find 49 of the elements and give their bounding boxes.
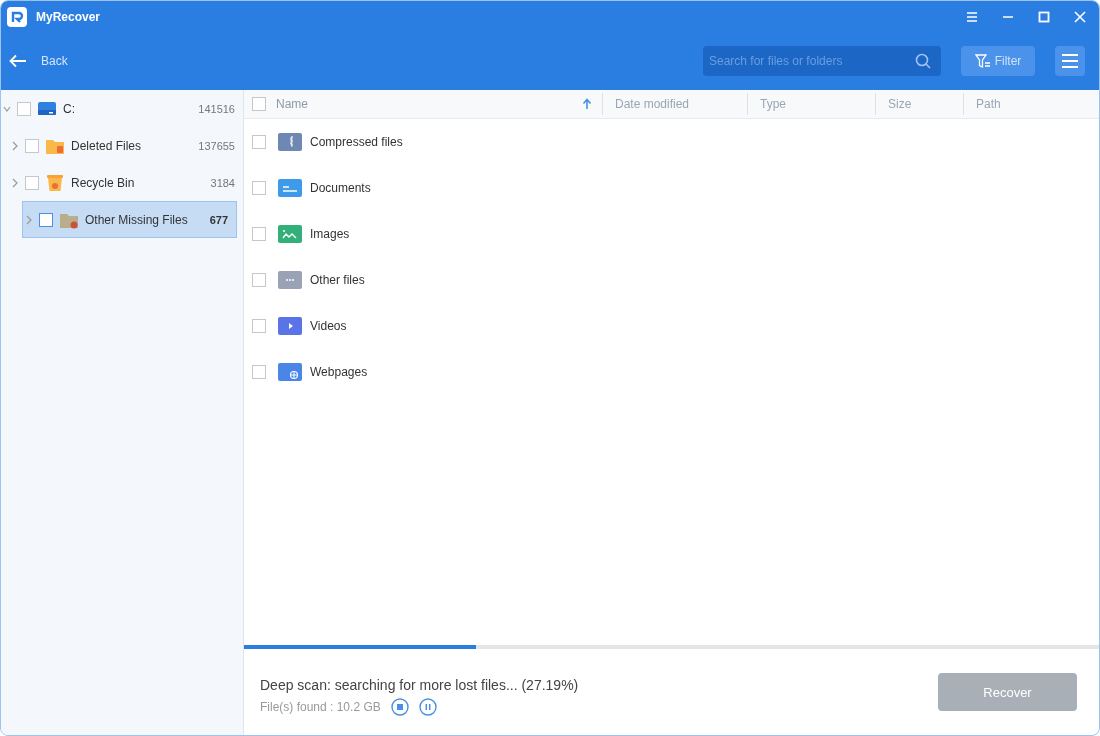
checkbox[interactable] xyxy=(252,273,266,287)
checkbox[interactable] xyxy=(25,175,39,190)
item-count: 141516 xyxy=(198,102,235,115)
checkbox[interactable] xyxy=(252,365,266,379)
checkbox[interactable] xyxy=(252,227,266,241)
bin-icon xyxy=(45,172,65,193)
tree-item[interactable]: C: 141516 xyxy=(1,90,243,127)
item-count: 137655 xyxy=(198,139,235,152)
search-icon xyxy=(915,53,931,69)
file-type-name[interactable]: Documents xyxy=(310,181,371,195)
collapse-chevron-icon[interactable] xyxy=(11,177,19,188)
filter-icon xyxy=(974,53,991,69)
close-icon[interactable] xyxy=(1073,9,1087,24)
app-logo-icon xyxy=(7,6,27,27)
tree-label: Recycle Bin xyxy=(71,175,136,190)
tree-label: Deleted Files xyxy=(71,138,143,153)
file-type-name[interactable]: Compressed files xyxy=(310,135,403,149)
files-found-text: File(s) found : 10.2 GB xyxy=(260,699,381,714)
checkbox[interactable] xyxy=(39,212,53,227)
maximize-icon[interactable] xyxy=(1037,9,1051,24)
item-count: 3184 xyxy=(210,176,235,189)
stop-icon[interactable] xyxy=(390,697,409,716)
file-type-name[interactable]: Other files xyxy=(310,273,365,287)
item-count: 677 xyxy=(209,213,228,226)
scan-status-text: Deep scan: searching for more lost files... (27.19%) xyxy=(260,676,579,693)
tree-item[interactable]: Other Missing Files 677 xyxy=(22,201,237,238)
tree-label: C: xyxy=(63,101,76,116)
tree-item[interactable]: Recycle Bin 3184 xyxy=(1,164,243,201)
pause-icon[interactable] xyxy=(418,697,437,716)
tree-item[interactable]: Deleted Files 137655 xyxy=(1,127,243,164)
file-type-name[interactable]: Videos xyxy=(310,319,347,333)
back-arrow-icon xyxy=(9,54,27,68)
tree-label: Other Missing Files xyxy=(85,212,189,227)
menu-icon[interactable] xyxy=(965,9,979,24)
checkbox[interactable] xyxy=(252,319,266,333)
menu-button[interactable] xyxy=(1055,46,1085,76)
file-type-name[interactable]: Webpages xyxy=(310,365,368,379)
file-type-name[interactable]: Images xyxy=(310,227,350,241)
checkbox[interactable] xyxy=(25,138,39,153)
checkbox[interactable] xyxy=(252,181,266,195)
search-field[interactable]: Search for files or folders xyxy=(703,46,941,76)
sort-up-arrow-icon[interactable] xyxy=(582,98,592,110)
checkbox[interactable] xyxy=(252,135,266,149)
select-all-checkbox[interactable] xyxy=(252,97,266,111)
menu-icon xyxy=(1061,53,1079,69)
collapse-chevron-icon[interactable] xyxy=(25,214,33,225)
window-title: MyRecover xyxy=(36,9,101,24)
checkbox[interactable] xyxy=(17,101,31,116)
collapse-chevron-icon[interactable] xyxy=(11,140,19,151)
